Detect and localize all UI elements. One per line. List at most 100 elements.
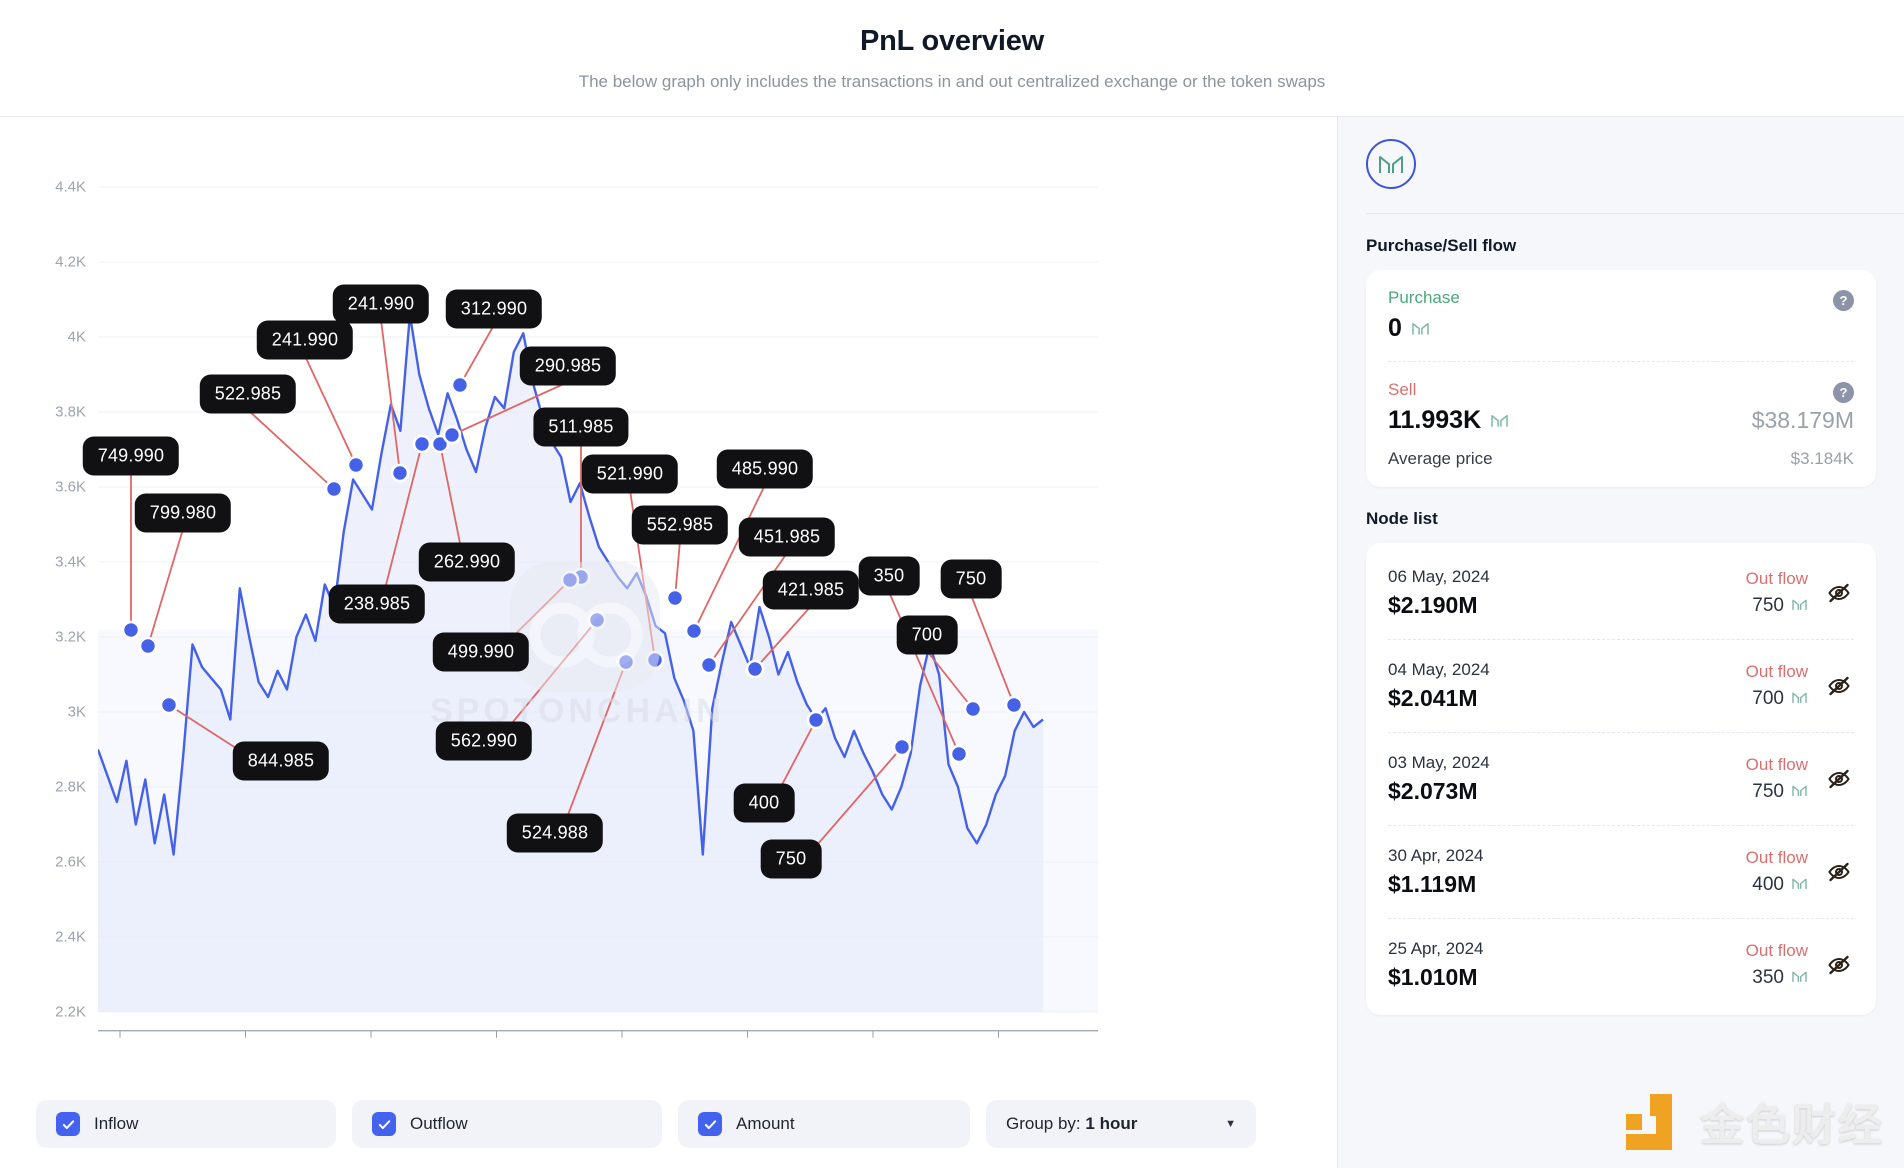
annotation-chip[interactable]: 522.985 (200, 375, 296, 414)
annotation-chip[interactable]: 485.990 (717, 450, 813, 489)
check-icon (56, 1112, 80, 1136)
annotation-chip[interactable]: 524.988 (507, 814, 603, 853)
annotation-chip[interactable]: 421.985 (763, 571, 859, 610)
sell-amount: 11.993K (1388, 406, 1481, 435)
eye-off-icon[interactable] (1824, 767, 1854, 791)
node-list-row[interactable]: 30 Apr, 2024$1.119MOut flow400 (1388, 825, 1854, 918)
eye-off-icon[interactable] (1824, 581, 1854, 605)
help-icon[interactable]: ? (1833, 290, 1854, 311)
node-list-row[interactable]: 03 May, 2024$2.073MOut flow750 (1388, 732, 1854, 825)
annotation-chip[interactable]: 750 (941, 560, 1002, 599)
check-icon (372, 1112, 396, 1136)
annotation-chip[interactable]: 750 (761, 840, 822, 879)
annotation-chip[interactable]: 312.990 (446, 290, 542, 329)
annotation-chip[interactable]: 350 (859, 557, 920, 596)
annotation-chip[interactable]: 400 (734, 784, 795, 823)
node-flow-type: Out flow (1746, 755, 1808, 775)
node-list-row[interactable]: 25 Apr, 2024$1.010MOut flow350 (1388, 918, 1854, 1011)
annotation-chip[interactable]: 844.985 (233, 742, 329, 781)
group-by-label: Group by: (1006, 1114, 1081, 1133)
annotation-chip[interactable]: 238.985 (329, 585, 425, 624)
node-quantity: 400 (1752, 874, 1784, 896)
maker-symbol-icon (1490, 406, 1509, 435)
y-axis-tick: 2.6K (55, 854, 86, 871)
annotation-chip[interactable]: 552.985 (632, 506, 728, 545)
chart-controls: Inflow Outflow Amount Group by: (0, 1080, 1337, 1168)
y-axis-tick: 3.2K (55, 629, 86, 646)
node-quantity: 750 (1752, 595, 1784, 617)
annotation-chip[interactable]: 799.980 (135, 494, 231, 533)
help-icon[interactable]: ? (1833, 382, 1854, 403)
chart-marker[interactable] (452, 377, 468, 393)
annotation-chip[interactable]: 241.990 (333, 285, 429, 324)
chart-marker[interactable] (589, 612, 605, 628)
node-flow-type: Out flow (1746, 941, 1808, 961)
chart-marker[interactable] (965, 701, 981, 717)
chart-marker[interactable] (348, 457, 364, 473)
chart-marker[interactable] (951, 746, 967, 762)
y-axis-tick: 4.2K (55, 254, 86, 271)
chart-marker[interactable] (667, 590, 683, 606)
chart-marker[interactable] (686, 623, 702, 639)
outflow-toggle[interactable]: Outflow (352, 1100, 662, 1148)
chart-marker[interactable] (326, 481, 342, 497)
annotation-chip[interactable]: 562.990 (436, 722, 532, 761)
purchase-sell-card: ? Purchase 0 (1366, 270, 1876, 487)
chart-marker[interactable] (123, 622, 139, 638)
node-list-row[interactable]: 04 May, 2024$2.041M Out flow700 (1388, 639, 1854, 732)
chart-marker[interactable] (161, 697, 177, 713)
chart-marker[interactable] (562, 572, 578, 588)
purchase-amount: 0 (1388, 314, 1402, 343)
node-quantity-wrap: 750 (1746, 781, 1808, 803)
node-quantity: 750 (1752, 781, 1784, 803)
annotation-chip[interactable]: 700 (897, 616, 958, 655)
chart-marker[interactable] (808, 712, 824, 728)
chart-marker[interactable] (414, 436, 430, 452)
node-info: 06 May, 2024$2.190M (1388, 567, 1490, 619)
price-chart-svg[interactable] (98, 167, 1238, 1107)
node-flow-type: Out flow (1746, 569, 1808, 589)
y-axis-tick: 2.8K (55, 779, 86, 796)
chart-marker[interactable] (701, 657, 717, 673)
group-by-select[interactable]: Group by: 1 hour ▼ (986, 1100, 1256, 1148)
annotation-chip[interactable]: 499.990 (433, 633, 529, 672)
y-axis-tick: 3K (68, 704, 86, 721)
page-subtitle: The below graph only includes the transa… (579, 72, 1326, 92)
check-icon (698, 1112, 722, 1136)
inflow-toggle[interactable]: Inflow (36, 1100, 336, 1148)
node-info: 04 May, 2024$2.041M (1388, 660, 1490, 712)
outflow-label: Outflow (410, 1114, 468, 1134)
chart-marker[interactable] (392, 465, 408, 481)
chart-marker[interactable] (618, 654, 634, 670)
eye-off-icon[interactable] (1824, 953, 1854, 977)
node-flow-info: Out flow700 (1746, 662, 1808, 710)
amount-toggle[interactable]: Amount (678, 1100, 970, 1148)
annotation-chip[interactable]: 521.990 (582, 455, 678, 494)
node-flow-type: Out flow (1746, 848, 1808, 868)
node-flow-info: Out flow 750 (1746, 755, 1808, 803)
chart-marker[interactable] (647, 652, 663, 668)
chart-marker[interactable] (1006, 697, 1022, 713)
eye-off-icon[interactable] (1824, 674, 1854, 698)
chart-marker[interactable] (894, 739, 910, 755)
node-quantity-wrap: 750 (1746, 595, 1808, 617)
eye-off-icon[interactable] (1824, 860, 1854, 884)
annotation-chip[interactable]: 451.985 (739, 518, 835, 557)
jinse-logo-icon (1620, 1088, 1686, 1154)
annotation-chip[interactable]: 241.990 (257, 321, 353, 360)
node-date: 04 May, 2024 (1388, 660, 1490, 680)
chart-marker[interactable] (140, 638, 156, 654)
divider (1388, 361, 1854, 362)
annotation-chip[interactable]: 749.990 (83, 437, 179, 476)
node-date: 06 May, 2024 (1388, 567, 1490, 587)
chart-marker[interactable] (444, 427, 460, 443)
flow-section-title: Purchase/Sell flow (1366, 236, 1876, 256)
node-quantity-wrap: 400 (1746, 874, 1808, 896)
annotation-chip[interactable]: 511.985 (533, 408, 628, 447)
annotation-chip[interactable]: 290.985 (520, 347, 616, 386)
jinse-watermark: 金色财经 (1620, 1088, 1884, 1154)
annotation-chip[interactable]: 262.990 (419, 543, 515, 582)
chart-marker[interactable] (747, 661, 763, 677)
node-list-row[interactable]: 06 May, 2024$2.190M Out flow 750 (1388, 547, 1854, 639)
sell-amount-wrap: 11.993K (1388, 406, 1509, 435)
